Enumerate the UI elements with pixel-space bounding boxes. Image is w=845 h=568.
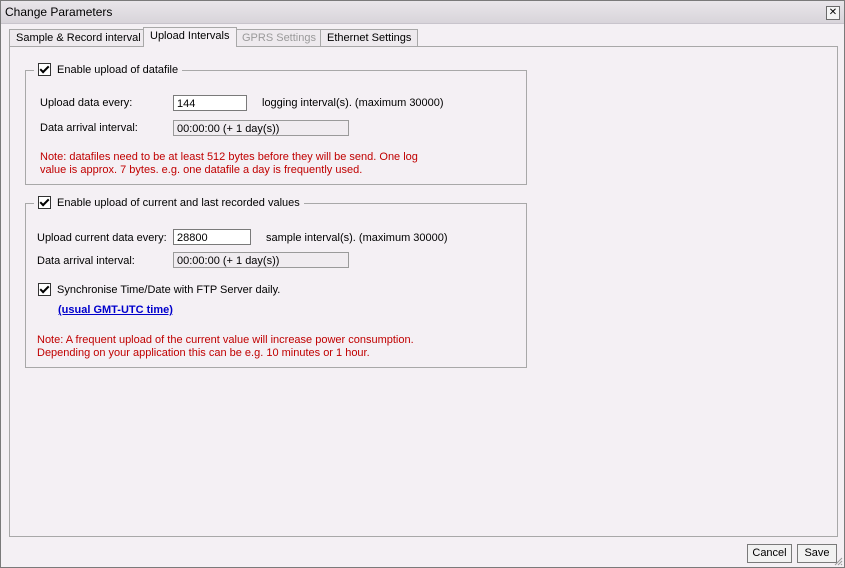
save-button[interactable]: Save <box>797 544 837 563</box>
current-data-arrival-interval-label: Data arrival interval: <box>37 255 135 267</box>
data-arrival-interval-label: Data arrival interval: <box>40 122 138 134</box>
datafile-note-line-1: Note: datafiles need to be at least 512 … <box>40 151 418 163</box>
title-bar: Change Parameters ✕ <box>1 1 844 24</box>
logging-interval-suffix: logging interval(s). (maximum 30000) <box>262 97 444 109</box>
cancel-button[interactable]: Cancel <box>747 544 792 563</box>
enable-current-values-upload-label: Enable upload of current and last record… <box>57 196 300 209</box>
data-arrival-interval-value: 00:00:00 (+ 1 day(s)) <box>173 120 349 136</box>
close-icon[interactable]: ✕ <box>826 6 840 20</box>
current-data-arrival-interval-value: 00:00:00 (+ 1 day(s)) <box>173 252 349 268</box>
enable-current-values-upload-checkbox[interactable] <box>38 196 51 209</box>
upload-current-data-every-label: Upload current data every: <box>37 232 167 244</box>
synchronise-time-row: Synchronise Time/Date with FTP Server da… <box>38 283 280 296</box>
synchronise-time-label: Synchronise Time/Date with FTP Server da… <box>57 283 281 296</box>
resize-grip-icon[interactable] <box>833 556 843 566</box>
window-title: Change Parameters <box>5 5 113 19</box>
upload-intervals-panel: Enable upload of datafile Upload data ev… <box>9 46 838 537</box>
current-values-note: Note: A frequent upload of the current v… <box>37 334 437 360</box>
tab-ethernet-settings[interactable]: Ethernet Settings <box>320 29 419 47</box>
enable-datafile-upload-checkbox[interactable] <box>38 63 51 76</box>
synchronise-time-checkbox[interactable] <box>38 283 51 296</box>
tab-sample-record-interval[interactable]: Sample & Record interval <box>9 29 148 47</box>
datafile-note-line-2: value is approx. 7 bytes. e.g. one dataf… <box>40 164 363 176</box>
upload-data-every-input[interactable]: 144 <box>173 95 247 111</box>
upload-data-every-label: Upload data every: <box>40 97 133 109</box>
tab-upload-intervals[interactable]: Upload Intervals <box>143 27 237 47</box>
change-parameters-window: Change Parameters ✕ Sample & Record inte… <box>0 0 845 568</box>
tab-gprs-settings[interactable]: GPRS Settings <box>235 29 323 47</box>
datafile-note: Note: datafiles need to be at least 512 … <box>40 151 440 177</box>
datafile-upload-group: Enable upload of datafile Upload data ev… <box>25 63 527 185</box>
upload-current-data-every-input[interactable]: 28800 <box>173 229 251 245</box>
gmt-utc-time-link[interactable]: (usual GMT-UTC time) <box>58 304 173 316</box>
enable-datafile-upload-label: Enable upload of datafile <box>57 63 179 76</box>
sample-interval-suffix: sample interval(s). (maximum 30000) <box>266 232 448 244</box>
current-values-upload-legend: Enable upload of current and last record… <box>34 196 304 209</box>
current-values-upload-group: Enable upload of current and last record… <box>25 196 527 368</box>
datafile-upload-legend: Enable upload of datafile <box>34 63 183 76</box>
current-values-note-line-2: Depending on your application this can b… <box>37 347 370 359</box>
current-values-note-line-1: Note: A frequent upload of the current v… <box>37 334 414 346</box>
